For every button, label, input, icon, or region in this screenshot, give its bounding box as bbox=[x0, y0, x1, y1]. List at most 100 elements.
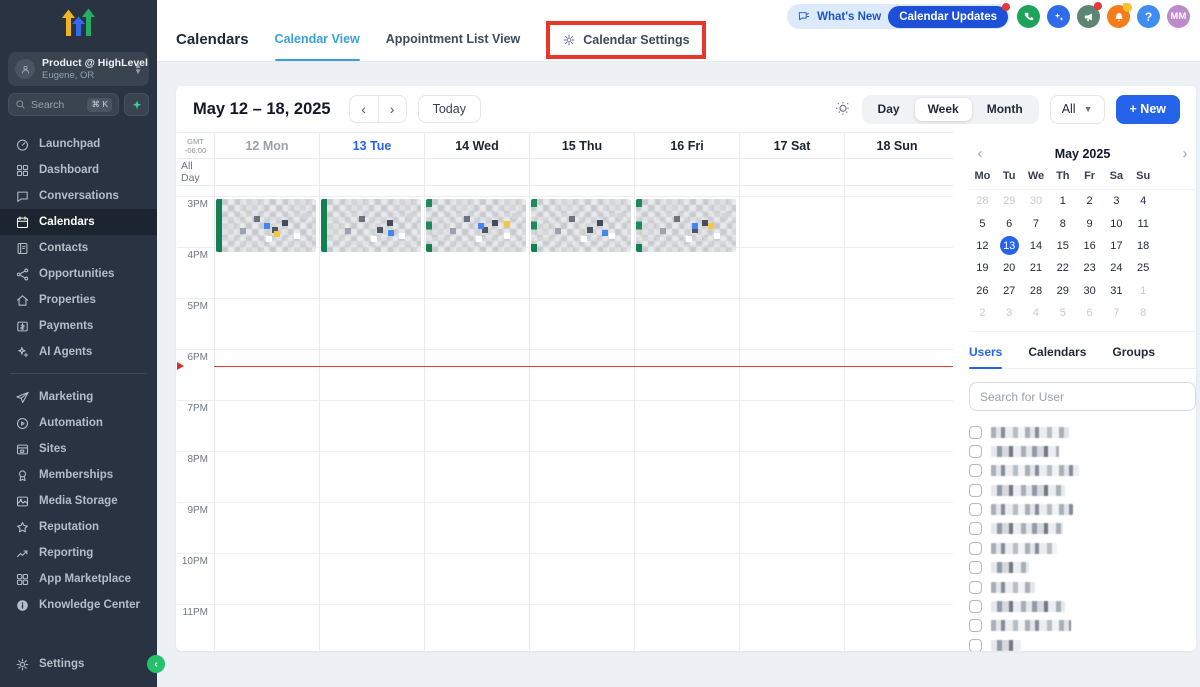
help-icon[interactable]: ? bbox=[1137, 5, 1160, 28]
all-day-cell[interactable] bbox=[529, 159, 634, 185]
ai-assistant-button[interactable] bbox=[124, 93, 149, 116]
whats-new-pill[interactable]: What's New Calendar Updates bbox=[787, 2, 1010, 29]
mini-cal-day-28[interactable]: 28 bbox=[1023, 280, 1050, 302]
sidebar-item-contacts[interactable]: Contacts bbox=[0, 235, 157, 261]
mini-cal-day-2[interactable]: 2 bbox=[1076, 190, 1103, 212]
view-week-button[interactable]: Week bbox=[914, 97, 972, 121]
all-day-cell[interactable] bbox=[214, 159, 319, 185]
mini-cal-day-28[interactable]: 28 bbox=[969, 190, 996, 212]
mini-cal-day-27[interactable]: 27 bbox=[996, 280, 1023, 302]
mini-cal-day-30[interactable]: 30 bbox=[1023, 190, 1050, 212]
mini-cal-day-14[interactable]: 14 bbox=[1023, 235, 1050, 257]
phone-icon[interactable] bbox=[1017, 5, 1040, 28]
sidebar-item-knowledge-center[interactable]: Knowledge Center bbox=[0, 592, 157, 618]
mini-cal-day-30[interactable]: 30 bbox=[1076, 280, 1103, 302]
all-day-cell[interactable] bbox=[739, 159, 844, 185]
avatar[interactable]: MM bbox=[1167, 5, 1190, 28]
sidebar-item-reputation[interactable]: Reputation bbox=[0, 514, 157, 540]
view-month-button[interactable]: Month bbox=[974, 98, 1036, 121]
user-checkbox[interactable] bbox=[969, 541, 982, 555]
sidebar-item-ai-agents[interactable]: AI Agents bbox=[0, 339, 157, 365]
mini-cal-day-11[interactable]: 11 bbox=[1130, 212, 1157, 234]
day-header-13[interactable]: 13 Tue bbox=[319, 133, 424, 158]
calendar-updates-button[interactable]: Calendar Updates bbox=[888, 2, 1010, 28]
day-header-12[interactable]: 12 Mon bbox=[214, 133, 319, 158]
account-switcher[interactable]: Product @ HighLevel Eugene, OR ▲ ▼ bbox=[8, 52, 149, 86]
mini-cal-day-16[interactable]: 16 bbox=[1076, 235, 1103, 257]
user-checkbox[interactable] bbox=[969, 638, 982, 651]
event-redacted[interactable] bbox=[321, 199, 421, 252]
mini-cal-day-17[interactable]: 17 bbox=[1103, 235, 1130, 257]
mini-cal-day-3[interactable]: 3 bbox=[1103, 190, 1130, 212]
user-checkbox[interactable] bbox=[969, 600, 982, 614]
bell-icon[interactable] bbox=[1107, 3, 1132, 28]
mini-cal-day-6[interactable]: 6 bbox=[1076, 302, 1103, 324]
mini-cal-day-8[interactable]: 8 bbox=[1049, 212, 1076, 234]
mini-cal-day-1[interactable]: 1 bbox=[1049, 190, 1076, 212]
sidebar-item-marketing[interactable]: Marketing bbox=[0, 384, 157, 410]
mini-cal-day-15[interactable]: 15 bbox=[1049, 235, 1076, 257]
view-day-button[interactable]: Day bbox=[865, 98, 913, 121]
tab-appointment-list-view[interactable]: Appointment List View bbox=[386, 32, 521, 61]
mini-cal-day-9[interactable]: 9 bbox=[1076, 212, 1103, 234]
prev-week-button[interactable]: ‹ bbox=[350, 96, 378, 122]
mini-cal-day-12[interactable]: 12 bbox=[969, 235, 996, 257]
mini-cal-day-8[interactable]: 8 bbox=[1130, 302, 1157, 324]
user-search-input[interactable] bbox=[980, 389, 1185, 404]
sidebar-item-properties[interactable]: Properties bbox=[0, 287, 157, 313]
sidebar-item-settings[interactable]: Settings bbox=[0, 651, 157, 677]
mini-cal-day-21[interactable]: 21 bbox=[1023, 257, 1050, 279]
calendar-filter-dropdown[interactable]: All ▼ bbox=[1049, 94, 1105, 124]
mini-cal-day-6[interactable]: 6 bbox=[996, 212, 1023, 234]
tab-calendar-settings-highlight[interactable]: Calendar Settings bbox=[546, 21, 706, 59]
user-checkbox[interactable] bbox=[969, 444, 982, 458]
mini-cal-day-4[interactable]: 4 bbox=[1130, 190, 1157, 212]
mini-cal-day-22[interactable]: 22 bbox=[1049, 257, 1076, 279]
mini-cal-day-25[interactable]: 25 bbox=[1130, 257, 1157, 279]
mini-cal-day-2[interactable]: 2 bbox=[969, 302, 996, 324]
day-header-14[interactable]: 14 Wed bbox=[424, 133, 529, 158]
mini-cal-day-31[interactable]: 31 bbox=[1103, 280, 1130, 302]
mini-cal-day-7[interactable]: 7 bbox=[1023, 212, 1050, 234]
sidebar-collapse-button[interactable]: ‹ bbox=[147, 655, 165, 673]
day-header-18[interactable]: 18 Sun bbox=[844, 133, 949, 158]
user-checkbox[interactable] bbox=[969, 425, 982, 439]
mini-cal-prev-icon[interactable]: ‹ bbox=[969, 146, 991, 161]
user-checkbox[interactable] bbox=[969, 464, 982, 478]
mini-cal-day-18[interactable]: 18 bbox=[1130, 235, 1157, 257]
mini-cal-day-3[interactable]: 3 bbox=[996, 302, 1023, 324]
panel-tab-groups[interactable]: Groups bbox=[1112, 345, 1155, 368]
new-appointment-button[interactable]: + New bbox=[1115, 94, 1180, 124]
megaphone-icon[interactable] bbox=[1077, 2, 1102, 28]
sidebar-item-app-marketplace[interactable]: App Marketplace bbox=[0, 566, 157, 592]
sidebar-item-opportunities[interactable]: Opportunities bbox=[0, 261, 157, 287]
sidebar-item-sites[interactable]: Sites bbox=[0, 436, 157, 462]
all-day-cell[interactable] bbox=[844, 159, 949, 185]
user-checkbox[interactable] bbox=[969, 483, 982, 497]
mini-cal-day-24[interactable]: 24 bbox=[1103, 257, 1130, 279]
mini-cal-day-29[interactable]: 29 bbox=[996, 190, 1023, 212]
mini-cal-day-29[interactable]: 29 bbox=[1049, 280, 1076, 302]
mini-cal-day-5[interactable]: 5 bbox=[1049, 302, 1076, 324]
mini-cal-day-5[interactable]: 5 bbox=[969, 212, 996, 234]
event-redacted[interactable] bbox=[636, 199, 736, 252]
event-redacted[interactable] bbox=[216, 199, 316, 252]
mini-cal-day-19[interactable]: 19 bbox=[969, 257, 996, 279]
sidebar-item-calendars[interactable]: Calendars bbox=[0, 209, 157, 235]
today-button[interactable]: Today bbox=[417, 95, 481, 123]
mini-cal-day-13[interactable]: 13 bbox=[996, 235, 1023, 257]
mini-cal-day-7[interactable]: 7 bbox=[1103, 302, 1130, 324]
sparkles-icon[interactable] bbox=[1047, 5, 1070, 28]
all-day-cell[interactable] bbox=[634, 159, 739, 185]
user-checkbox[interactable] bbox=[969, 619, 982, 633]
mini-cal-day-26[interactable]: 26 bbox=[969, 280, 996, 302]
sidebar-item-automation[interactable]: Automation bbox=[0, 410, 157, 436]
mini-cal-day-10[interactable]: 10 bbox=[1103, 212, 1130, 234]
event-redacted[interactable] bbox=[531, 199, 631, 252]
mini-cal-day-4[interactable]: 4 bbox=[1023, 302, 1050, 324]
sidebar-item-launchpad[interactable]: Launchpad bbox=[0, 131, 157, 157]
day-header-16[interactable]: 16 Fri bbox=[634, 133, 739, 158]
sidebar-item-conversations[interactable]: Conversations bbox=[0, 183, 157, 209]
all-day-cell[interactable] bbox=[424, 159, 529, 185]
panel-tab-calendars[interactable]: Calendars bbox=[1028, 345, 1086, 368]
